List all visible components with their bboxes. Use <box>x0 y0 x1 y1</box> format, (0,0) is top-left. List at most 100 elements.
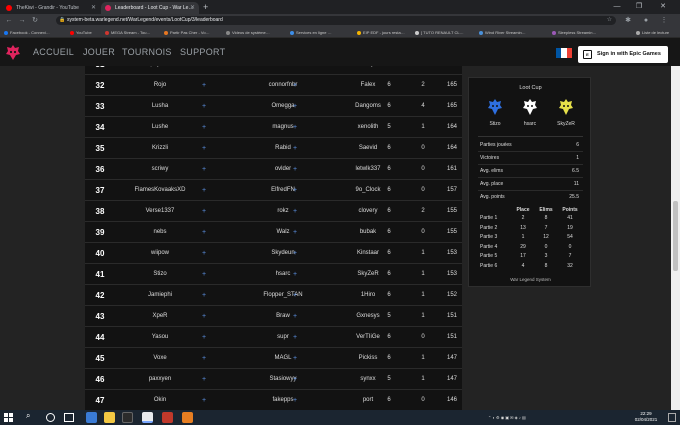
reading-list-item[interactable]: Liste de lecture <box>636 27 669 38</box>
task-view-icon[interactable] <box>64 413 74 422</box>
close-tab-icon[interactable]: ✕ <box>190 2 195 14</box>
bookmark-item[interactable]: Videos de système… <box>226 27 270 38</box>
leaderboard-row[interactable]: 43 XpeR + Braw + Gxnesys 5 1 151 <box>85 306 462 327</box>
leaderboard-row[interactable]: 36 scriwy + ovlder + letwlk337 6 0 161 <box>85 159 462 180</box>
address-bar[interactable]: 🔒 system-beta.warlegend.net/WarLegend/ev… <box>56 16 616 25</box>
team-player[interactable]: SkyZeR <box>551 98 581 127</box>
leaderboard-row[interactable]: 32 Rojo + connorfnbr + Falex 6 2 165 <box>85 75 462 96</box>
warlegend-logo-icon[interactable] <box>5 44 21 61</box>
bookmark-item[interactable]: Facebook - Connexi… <box>4 27 50 38</box>
rank-cell: 41 <box>95 270 105 279</box>
team-player[interactable]: Stizo <box>480 98 510 127</box>
notifications-icon[interactable] <box>668 413 676 422</box>
plus-icon: + <box>292 229 298 236</box>
new-tab-button[interactable]: + <box>203 1 208 13</box>
game-value: 13 <box>520 224 526 231</box>
plus-icon: + <box>292 250 298 257</box>
plus-icon: + <box>201 103 207 110</box>
leaderboard-row[interactable]: 31priyenx+bbdz+Testyr60167 <box>85 66 462 75</box>
maximize-icon[interactable]: ❐ <box>630 0 648 14</box>
leaderboard-row[interactable]: 35 Krizzli + Rabid + Saevid 6 0 164 <box>85 138 462 159</box>
leaderboard-row[interactable]: 44 Yasou + supr + VerTIiGe 6 0 151 <box>85 327 462 348</box>
close-tab-icon[interactable]: ✕ <box>91 2 96 14</box>
leaderboard-row[interactable]: 37 FlamesKovaaksXD + ElfredFN +9o_Clock 6 0 157 <box>85 180 462 201</box>
app-icon[interactable] <box>162 412 173 423</box>
forward-icon[interactable]: → <box>16 14 28 27</box>
stat-label: Parties jouées <box>480 142 512 148</box>
leaderboard-row[interactable]: 39 nebs + Walz + bubak 6 0 155 <box>85 222 462 243</box>
browser-tab-active[interactable]: Leaderboard - Loot Cup - War Le… ✕ <box>101 2 199 14</box>
leaderboard-row[interactable]: 40 wiipow + Skydeun + Kinstaar 6 1 153 <box>85 243 462 264</box>
page-scrollbar[interactable] <box>671 66 680 410</box>
player-cell: Stizo <box>153 271 167 277</box>
stat-cell: 1 <box>421 292 425 298</box>
windows-start-icon[interactable] <box>4 413 13 422</box>
leaderboard-row[interactable]: 47 Okin + fakepps + port 6 0 146 <box>85 390 462 410</box>
player-cell: Lusha <box>151 103 169 109</box>
app-icon[interactable] <box>182 412 193 423</box>
game-value: 1 <box>521 234 525 240</box>
scrollbar-thumb[interactable] <box>673 201 678 271</box>
leaderboard-row[interactable]: 41 Stizo + hsarc + SkyZeR 6 1 153 <box>85 264 462 285</box>
system-tray-icons[interactable]: ⌃ ◐ ⚙ ◉ ▣ ✉ ◈ ♪ ▤ <box>488 410 526 425</box>
edge-app-icon[interactable] <box>86 412 97 423</box>
search-icon[interactable]: ⌕ <box>26 411 30 421</box>
bookmark-item[interactable]: Partir Pas Cher - Vo… <box>164 27 210 38</box>
leaderboard-row[interactable]: 42 Jamiephi + Flopper_STAN +1Hiro 6 1 152 <box>85 285 462 306</box>
rank-cell: 35 <box>95 144 105 153</box>
rank-cell: 31 <box>91 66 109 75</box>
plus-icon: + <box>201 355 207 362</box>
bookmark-item[interactable]: MEGA Stream - Tou… <box>105 27 151 38</box>
rank-cell: 37 <box>95 186 105 195</box>
team-player[interactable]: hsarc <box>515 98 545 127</box>
bookmark-item[interactable]: Sleepless Streamin… <box>552 27 596 38</box>
cortana-icon[interactable] <box>46 413 55 422</box>
plus-icon: + <box>201 397 207 404</box>
chrome-app-icon[interactable] <box>142 412 153 423</box>
bookmark-item[interactable]: YouTube <box>70 27 92 38</box>
plus-icon: + <box>292 208 298 215</box>
app-icon[interactable] <box>122 412 133 423</box>
bookmark-item[interactable]: [ TUTO RENAULT CL… <box>415 27 464 38</box>
epic-games-signin-button[interactable]: E Sign in with Epic Games <box>578 46 668 63</box>
leaderboard-row[interactable]: 45 Voxe + MAGL + Pickiss 6 1 147 <box>85 348 462 369</box>
bookmark-item[interactable]: Services en ligne … <box>290 27 332 38</box>
menu-icon[interactable]: ⋮ <box>658 14 670 27</box>
nav-support[interactable]: SUPPORT <box>180 38 225 66</box>
player-cell: Omegga <box>271 103 295 109</box>
leaderboard-row[interactable]: 38 Verse1337 + rokz + clovery 6 2 155 <box>85 201 462 222</box>
nav-jouer[interactable]: JOUER <box>83 38 115 66</box>
bookmark-item[interactable]: Wind River Streamin… <box>479 27 526 38</box>
stat-cell: 0 <box>421 334 425 340</box>
clock[interactable]: 22:29 02/04/2021 <box>630 411 662 423</box>
player-cell: MAGL <box>274 355 292 361</box>
plus-icon: + <box>292 292 298 299</box>
stat-cell: 1 <box>421 376 425 382</box>
rank-cell: 32 <box>95 81 105 90</box>
bookmark-star-icon[interactable]: ☆ <box>607 16 612 25</box>
nav-accueil[interactable]: ACCUEIL <box>33 38 74 66</box>
player-cell: Yasou <box>151 334 169 340</box>
nav-tournois[interactable]: TOURNOIS <box>122 38 172 66</box>
reload-icon[interactable]: ↻ <box>29 14 41 27</box>
leaderboard-row[interactable]: 46 paxxyen + Stasiowyy + synxx 5 1 147 <box>85 369 462 390</box>
window-close-icon[interactable]: ✕ <box>654 0 672 14</box>
minimize-icon[interactable]: — <box>608 0 626 14</box>
rank-cell: 33 <box>95 102 105 111</box>
leaderboard-row[interactable]: 33 Lusha + Omegga + Dangoms 6 4 165 <box>85 96 462 117</box>
rank-cell: 38 <box>95 207 105 216</box>
leaderboard-row[interactable]: 34 Lushe + magnus + xenolith 5 1 164 <box>85 117 462 138</box>
stat-cell: 6 <box>387 187 391 193</box>
player-cell: ElfredFN <box>271 187 295 193</box>
browser-tab[interactable]: TheKiwi - Grandir - YouTube ✕ <box>2 2 100 14</box>
extensions-icon[interactable]: ✱ <box>622 14 634 27</box>
game-label: Partie 6 <box>480 262 498 269</box>
french-flag-icon[interactable] <box>556 48 572 58</box>
stat-cell: 6 <box>387 103 391 109</box>
stat-cell: 5 <box>387 376 391 382</box>
profile-icon[interactable]: ● <box>640 14 652 27</box>
file-explorer-icon[interactable] <box>104 412 115 423</box>
back-icon[interactable]: ← <box>3 14 15 27</box>
bookmark-item[interactable]: EIP EDF - jours resta… <box>357 27 405 38</box>
game-value: 0 <box>568 243 572 250</box>
